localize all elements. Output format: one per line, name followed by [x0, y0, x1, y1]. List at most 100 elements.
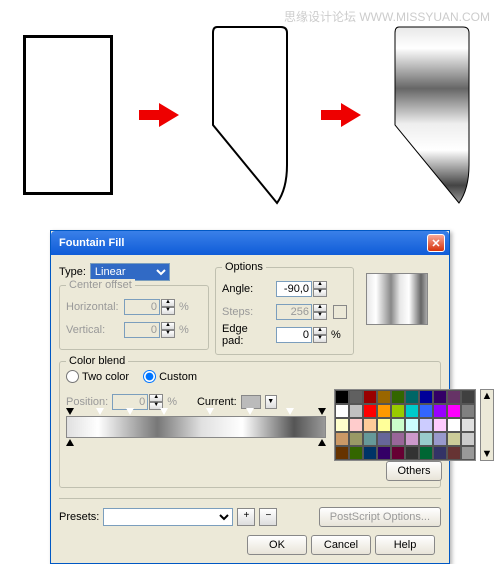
arrow-icon [139, 103, 179, 127]
palette-color[interactable] [349, 390, 363, 404]
palette-color[interactable] [447, 390, 461, 404]
shape-gradient [387, 25, 477, 205]
spin-down-icon: ▼ [313, 312, 327, 320]
two-color-radio[interactable]: Two color [66, 370, 129, 383]
color-blend-title: Color blend [66, 355, 128, 367]
color-blend-group: Color blend Two color Custom Position: ▲… [59, 361, 441, 488]
position-label: Position: [66, 396, 108, 408]
palette-color[interactable] [405, 446, 419, 460]
others-button[interactable]: Others [386, 461, 441, 481]
spin-up-icon[interactable]: ▲ [313, 281, 327, 289]
palette-color[interactable] [391, 432, 405, 446]
palette-color[interactable] [335, 418, 349, 432]
palette-color[interactable] [447, 404, 461, 418]
palette-color[interactable] [335, 390, 349, 404]
palette-color[interactable] [461, 404, 475, 418]
palette-color[interactable] [391, 446, 405, 460]
arrow-icon [321, 103, 361, 127]
vertical-label: Vertical: [66, 324, 120, 336]
palette-color[interactable] [419, 390, 433, 404]
steps-input [276, 304, 312, 320]
help-button[interactable]: Help [375, 535, 435, 555]
palette-color[interactable] [377, 432, 391, 446]
palette-color[interactable] [433, 390, 447, 404]
palette-color[interactable] [363, 418, 377, 432]
custom-radio[interactable]: Custom [143, 370, 197, 383]
palette-color[interactable] [433, 446, 447, 460]
palette-color[interactable] [405, 432, 419, 446]
palette-color[interactable] [363, 432, 377, 446]
palette-color[interactable] [433, 418, 447, 432]
spin-up-icon: ▲ [313, 304, 327, 312]
palette-color[interactable] [377, 404, 391, 418]
palette-color[interactable] [461, 432, 475, 446]
palette-color[interactable] [391, 390, 405, 404]
titlebar: Fountain Fill ✕ [51, 231, 449, 255]
edgepad-label: Edge pad: [222, 323, 272, 347]
palette-color[interactable] [419, 446, 433, 460]
gradient-preview[interactable] [366, 273, 428, 325]
palette-color[interactable] [335, 446, 349, 460]
palette-color[interactable] [335, 432, 349, 446]
shape-outline [205, 25, 295, 205]
spin-down-icon[interactable]: ▼ [313, 289, 327, 297]
palette-color[interactable] [447, 418, 461, 432]
palette-color[interactable] [391, 418, 405, 432]
palette-color[interactable] [405, 404, 419, 418]
preset-remove-button[interactable]: − [259, 508, 277, 526]
palette-color[interactable] [349, 418, 363, 432]
palette-color[interactable] [419, 418, 433, 432]
angle-input[interactable] [276, 281, 312, 297]
palette-color[interactable] [335, 404, 349, 418]
color-palette[interactable] [334, 389, 476, 461]
current-label: Current: [197, 396, 237, 408]
palette-color[interactable] [461, 446, 475, 460]
palette-color[interactable] [391, 404, 405, 418]
palette-color[interactable] [419, 432, 433, 446]
dialog-title: Fountain Fill [55, 237, 427, 249]
palette-color[interactable] [349, 432, 363, 446]
preset-add-button[interactable]: + [237, 508, 255, 526]
spin-up-icon[interactable]: ▲ [313, 327, 327, 335]
palette-color[interactable] [461, 418, 475, 432]
palette-color[interactable] [377, 446, 391, 460]
dropdown-icon[interactable]: ▼ [265, 395, 277, 409]
cancel-button[interactable]: Cancel [311, 535, 371, 555]
palette-color[interactable] [447, 446, 461, 460]
palette-color[interactable] [363, 390, 377, 404]
postscript-button: PostScript Options... [319, 507, 441, 527]
spin-up-icon: ▲ [149, 394, 163, 402]
palette-color[interactable] [461, 390, 475, 404]
horizontal-label: Horizontal: [66, 301, 120, 313]
palette-color[interactable] [349, 446, 363, 460]
presets-select[interactable] [103, 508, 233, 526]
lock-icon[interactable] [333, 305, 347, 319]
horizontal-input [124, 299, 160, 315]
palette-color[interactable] [447, 432, 461, 446]
palette-color[interactable] [419, 404, 433, 418]
spin-down-icon[interactable]: ▼ [313, 335, 327, 343]
palette-color[interactable] [349, 404, 363, 418]
palette-color[interactable] [377, 418, 391, 432]
palette-scrollbar[interactable]: ▲▼ [480, 389, 494, 461]
center-offset-title: Center offset [66, 279, 135, 291]
spin-up-icon: ▲ [161, 322, 175, 330]
shape-rectangle [23, 35, 113, 195]
gradient-bar[interactable] [66, 416, 326, 438]
spin-down-icon: ▼ [161, 330, 175, 338]
palette-color[interactable] [433, 432, 447, 446]
palette-color[interactable] [377, 390, 391, 404]
edgepad-input[interactable] [276, 327, 312, 343]
palette-color[interactable] [405, 390, 419, 404]
angle-label: Angle: [222, 283, 272, 295]
palette-color[interactable] [363, 446, 377, 460]
ok-button[interactable]: OK [247, 535, 307, 555]
palette-color[interactable] [363, 404, 377, 418]
current-swatch [241, 395, 261, 409]
close-button[interactable]: ✕ [427, 234, 445, 252]
steps-label: Steps: [222, 306, 272, 318]
type-label: Type: [59, 266, 86, 278]
palette-color[interactable] [405, 418, 419, 432]
watermark: 思缘设计论坛 WWW.MISSYUAN.COM [284, 8, 490, 25]
palette-color[interactable] [433, 404, 447, 418]
